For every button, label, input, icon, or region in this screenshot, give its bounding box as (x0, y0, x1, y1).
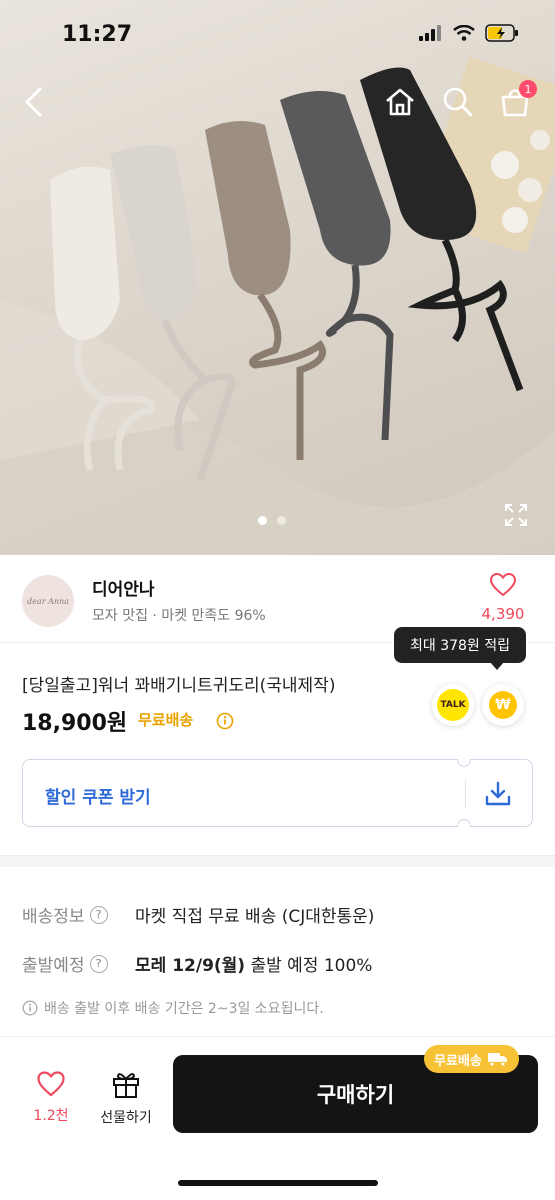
chevron-left-icon (25, 87, 42, 117)
avatar-logo-text: dear Anna (27, 596, 69, 606)
seller-avatar[interactable]: dear Anna (22, 575, 74, 627)
gift-button[interactable]: 선물하기 (92, 1069, 160, 1127)
info-icon (22, 1000, 38, 1016)
departure-label: 출발예정 (22, 956, 85, 976)
search-icon (443, 87, 473, 117)
cart-button[interactable]: 1 (497, 80, 537, 120)
heart-icon (489, 572, 517, 597)
product-image-carousel[interactable]: 11:27 1 (0, 0, 555, 555)
status-icons (419, 24, 519, 42)
signal-icon (419, 25, 441, 41)
free-shipping-label: 무료배송 (138, 711, 194, 729)
seller-meta: 모자 맛집 · 마켓 만족도 96% (92, 608, 266, 624)
departure-date: 모레 12/9(월) (135, 956, 246, 976)
won-coin-icon: ₩ (489, 691, 517, 719)
fullscreen-button[interactable] (503, 502, 529, 528)
wishlist-count: 1.2천 (33, 1108, 69, 1124)
back-button[interactable] (16, 84, 52, 120)
truck-icon (487, 1053, 507, 1067)
shipping-info-row: 배송정보 ? 마켓 직접 무료 배송 (CJ대한통운) (22, 902, 374, 927)
carousel-dot[interactable] (258, 516, 267, 525)
free-shipping-badge-label: 무료배송 (434, 1053, 482, 1069)
status-time: 11:27 (62, 22, 133, 47)
shipping-info-label-wrap: 배송정보 ? (22, 902, 112, 927)
shipping-note: 배송 출발 이후 배송 기간은 2~3일 소요됩니다. (22, 998, 324, 1018)
search-button[interactable] (440, 84, 476, 120)
gift-icon (113, 1073, 139, 1098)
shipping-info-value: 마켓 직접 무료 배송 (CJ대한통운) (135, 907, 375, 927)
battery-icon (485, 24, 518, 42)
expand-icon (505, 504, 527, 526)
gift-label: 선물하기 (100, 1110, 152, 1126)
free-shipping-badge: 무료배송 (424, 1045, 519, 1073)
coupon-notch (457, 759, 471, 767)
seller-like-button[interactable]: 4,390 (473, 572, 533, 623)
home-icon (386, 88, 414, 116)
shipping-note-text: 배송 출발 이후 배송 기간은 2~3일 소요됩니다. (44, 1001, 324, 1017)
cart-count-badge: 1 (519, 80, 537, 98)
departure-value: 모레 12/9(월) 출발 예정 100% (135, 951, 372, 976)
help-icon[interactable]: ? (89, 954, 108, 973)
seller-like-count: 4,390 (481, 605, 525, 623)
points-button[interactable]: ₩ (482, 684, 524, 726)
info-icon[interactable] (216, 712, 234, 730)
section-divider (0, 855, 555, 867)
departure-label-wrap: 출발예정 ? (22, 951, 112, 976)
download-icon (485, 781, 511, 806)
departure-row: 출발예정 ? 모레 12/9(월) 출발 예정 100% (22, 951, 372, 976)
carousel-dot[interactable] (277, 516, 286, 525)
home-button[interactable] (382, 84, 418, 120)
product-title: [당일출고]워너 꽈배기니트귀도리(국내제작) (22, 676, 336, 696)
wishlist-button[interactable]: 1.2천 (24, 1071, 78, 1125)
product-price: 18,900원 (22, 711, 128, 736)
departure-rest: 출발 예정 100% (245, 956, 373, 976)
talk-icon: TALK (437, 689, 469, 721)
status-bar: 11:27 (0, 0, 555, 74)
coupon-button[interactable]: 할인 쿠폰 받기 (22, 759, 533, 827)
heart-icon (37, 1071, 65, 1097)
wifi-icon (453, 25, 475, 41)
help-icon[interactable]: ? (89, 905, 108, 924)
coupon-label: 할인 쿠폰 받기 (45, 788, 151, 808)
top-nav-bar: 1 (0, 74, 555, 130)
coupon-divider (465, 780, 466, 808)
shipping-info-label: 배송정보 (22, 907, 85, 927)
carousel-dots (258, 516, 286, 525)
home-indicator (178, 1180, 378, 1186)
bottom-action-bar: 1.2천 선물하기 구매하기 무료배송 (0, 1037, 555, 1200)
coupon-notch (457, 819, 471, 827)
seller-name[interactable]: 디어안나 (92, 575, 155, 600)
kakao-talk-button[interactable]: TALK (432, 684, 474, 726)
points-tooltip: 최대 378원 적립 (394, 627, 526, 670)
